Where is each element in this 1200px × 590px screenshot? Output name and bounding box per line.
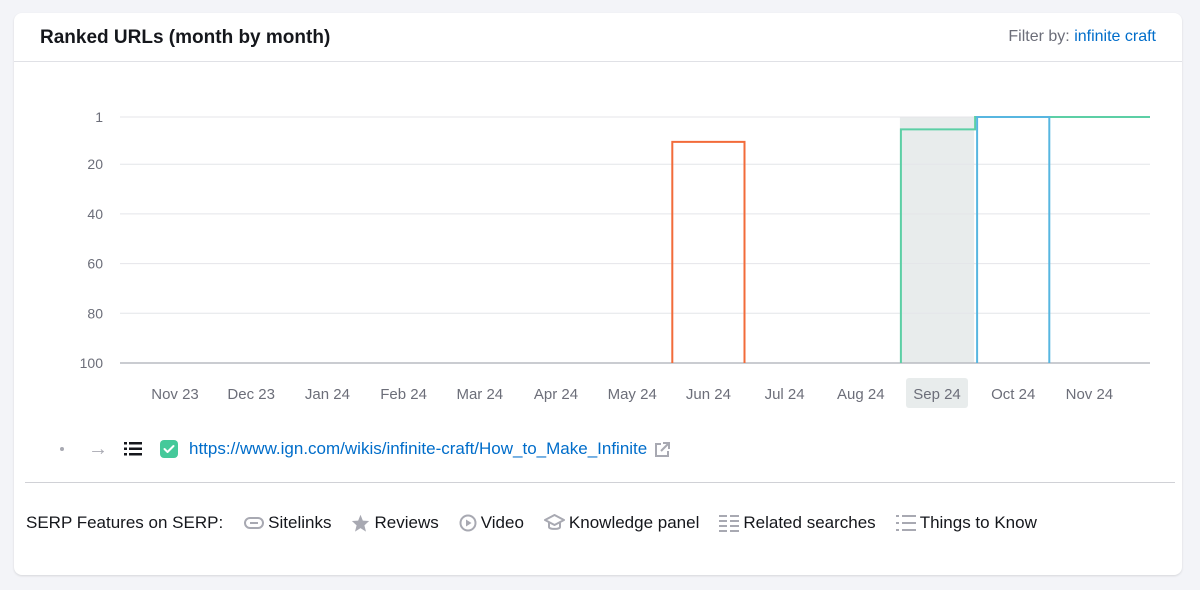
x-tick-label: Mar 24 <box>456 386 503 403</box>
y-tick-label: 20 <box>87 156 103 172</box>
x-tick-label: Feb 24 <box>380 386 427 403</box>
serp-feature-label: Knowledge panel <box>568 513 700 532</box>
x-tick-label: Jun 24 <box>686 386 731 403</box>
highlight-band <box>899 117 975 363</box>
x-tick-label: May 24 <box>608 386 657 403</box>
y-tick-label: 40 <box>87 206 103 222</box>
serp-feature-related-searches: Related searches <box>719 513 876 533</box>
serp-feature-video: Video <box>459 513 524 533</box>
x-tick-label: Sep 24 <box>913 386 961 403</box>
star-icon <box>352 514 370 532</box>
series-url-ranking-orange <box>671 140 746 363</box>
y-tick-label: 60 <box>87 256 103 272</box>
serp-feature-sitelinks: Sitelinks <box>244 513 331 533</box>
grid-list-icon <box>719 514 740 532</box>
x-tick-label: Aug 24 <box>837 386 885 403</box>
y-tick-label: 80 <box>87 305 103 321</box>
serp-feature-label: Reviews <box>374 513 439 532</box>
url-row: → https://www.ign.com/wikis/infinite-cra… <box>40 437 671 461</box>
url-checkbox[interactable] <box>160 440 178 458</box>
link-icon <box>244 517 265 529</box>
x-tick-label: Jul 24 <box>765 386 805 403</box>
serp-feature-label: Video <box>480 513 524 532</box>
serp-feature-things-to-know: Things to Know <box>895 513 1037 533</box>
x-tick-label: Nov 24 <box>1066 386 1114 403</box>
series-line <box>976 116 1051 363</box>
serp-feature-reviews: Reviews <box>351 513 439 533</box>
list-icon <box>895 515 916 531</box>
serp-feature-knowledge-panel: Knowledge panel <box>543 513 700 533</box>
x-tick-label: Apr 24 <box>534 386 578 403</box>
list-icon[interactable] <box>124 442 142 456</box>
checkmark-icon <box>163 445 175 453</box>
x-tick-label: Dec 23 <box>227 386 275 403</box>
y-tick-label: 100 <box>80 355 104 371</box>
ranked-url-link[interactable]: https://www.ign.com/wikis/infinite-craft… <box>189 439 647 459</box>
play-icon <box>459 514 477 532</box>
serp-feature-label: Related searches <box>743 513 876 532</box>
serp-feature-label: Sitelinks <box>268 513 332 532</box>
ranking-chart: 1 20 40 60 80 100 Nov 23 Dec 23 Jan 24 Feb 24 Mar… <box>80 109 1150 408</box>
serp-features-label: SERP Features on SERP: <box>26 513 224 532</box>
x-tick-label: Nov 23 <box>151 386 199 403</box>
series-line <box>671 140 746 363</box>
graduation-cap-icon <box>543 514 565 530</box>
y-tick-label: 1 <box>95 109 103 125</box>
external-link-icon[interactable] <box>654 441 671 458</box>
divider <box>25 482 1175 483</box>
bullet-dot <box>60 447 64 451</box>
serp-feature-label: Things to Know <box>919 513 1037 532</box>
x-tick-label: Jan 24 <box>305 386 350 403</box>
arrow-right-icon[interactable]: → <box>88 439 108 459</box>
x-tick-label: Oct 24 <box>991 386 1035 403</box>
series-url-ranking-blue <box>976 116 1051 363</box>
serp-features: SERP Features on SERP: Sitelinks Reviews… <box>26 513 1057 533</box>
